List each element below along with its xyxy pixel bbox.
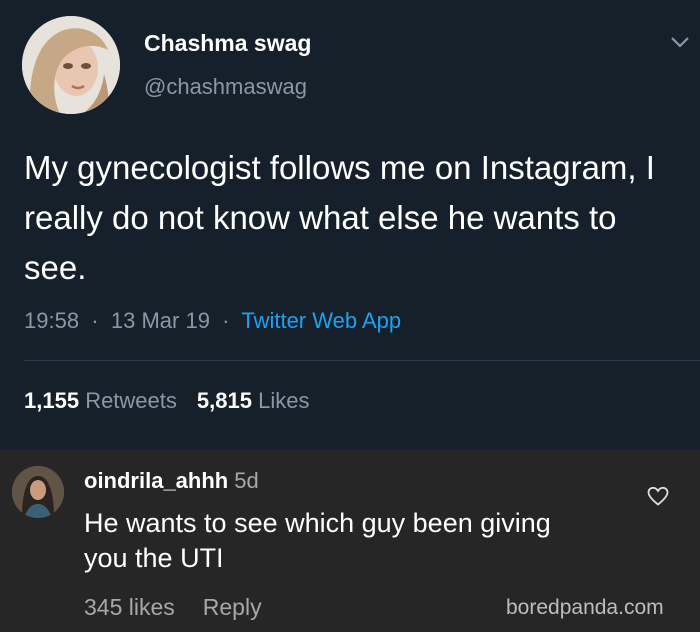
chevron-down-icon[interactable]	[668, 30, 692, 54]
avatar-photo	[22, 16, 120, 114]
comment-age: 5d	[234, 468, 259, 493]
likes-count: 5,815	[196, 388, 252, 413]
comment-likes[interactable]: 345 likes	[84, 594, 175, 620]
tweet-date[interactable]: 13 Mar 19	[111, 308, 210, 333]
meta-separator: ·	[216, 308, 236, 333]
tweet-meta: 19:58 · 13 Mar 19 · Twitter Web App	[24, 308, 401, 334]
user-handle[interactable]: @chashmaswag	[144, 74, 307, 100]
tweet-time: 19:58	[24, 308, 80, 333]
reply-button[interactable]: Reply	[203, 594, 262, 620]
comment-text: He wants to see which guy been giving yo…	[84, 508, 551, 573]
commenter-username[interactable]: oindrila_ahhh	[84, 468, 228, 493]
heart-icon[interactable]	[646, 484, 670, 508]
tweet-text: My gynecologist follows me on Instagram,…	[24, 149, 655, 286]
comment-actions: 345 likes Reply	[84, 594, 262, 621]
instagram-comment: oindrila_ahhh 5d He wants to see which gu…	[0, 450, 700, 632]
retweets-count: 1,155	[24, 388, 80, 413]
divider	[24, 360, 700, 361]
commenter-photo	[12, 466, 64, 518]
meta-separator: ·	[85, 308, 105, 333]
likes-label: Likes	[258, 388, 310, 413]
watermark: boredpanda.com	[506, 596, 664, 619]
comment-header: oindrila_ahhh 5d	[84, 468, 259, 494]
tweet-avatar[interactable]	[22, 16, 120, 114]
likes-stat[interactable]: 5,815 Likes	[197, 388, 310, 413]
commenter-avatar[interactable]	[12, 466, 64, 518]
tweet-card: Chashma swag @chashmaswag My gynecologis…	[0, 0, 700, 450]
retweets-stat[interactable]: 1,155 Retweets	[24, 388, 177, 413]
retweets-label: Retweets	[85, 388, 177, 413]
tweet-source-link[interactable]: Twitter Web App	[241, 308, 401, 333]
tweet-stats: 1,155 Retweets 5,815 Likes	[24, 388, 309, 414]
display-name[interactable]: Chashma swag	[144, 30, 311, 57]
